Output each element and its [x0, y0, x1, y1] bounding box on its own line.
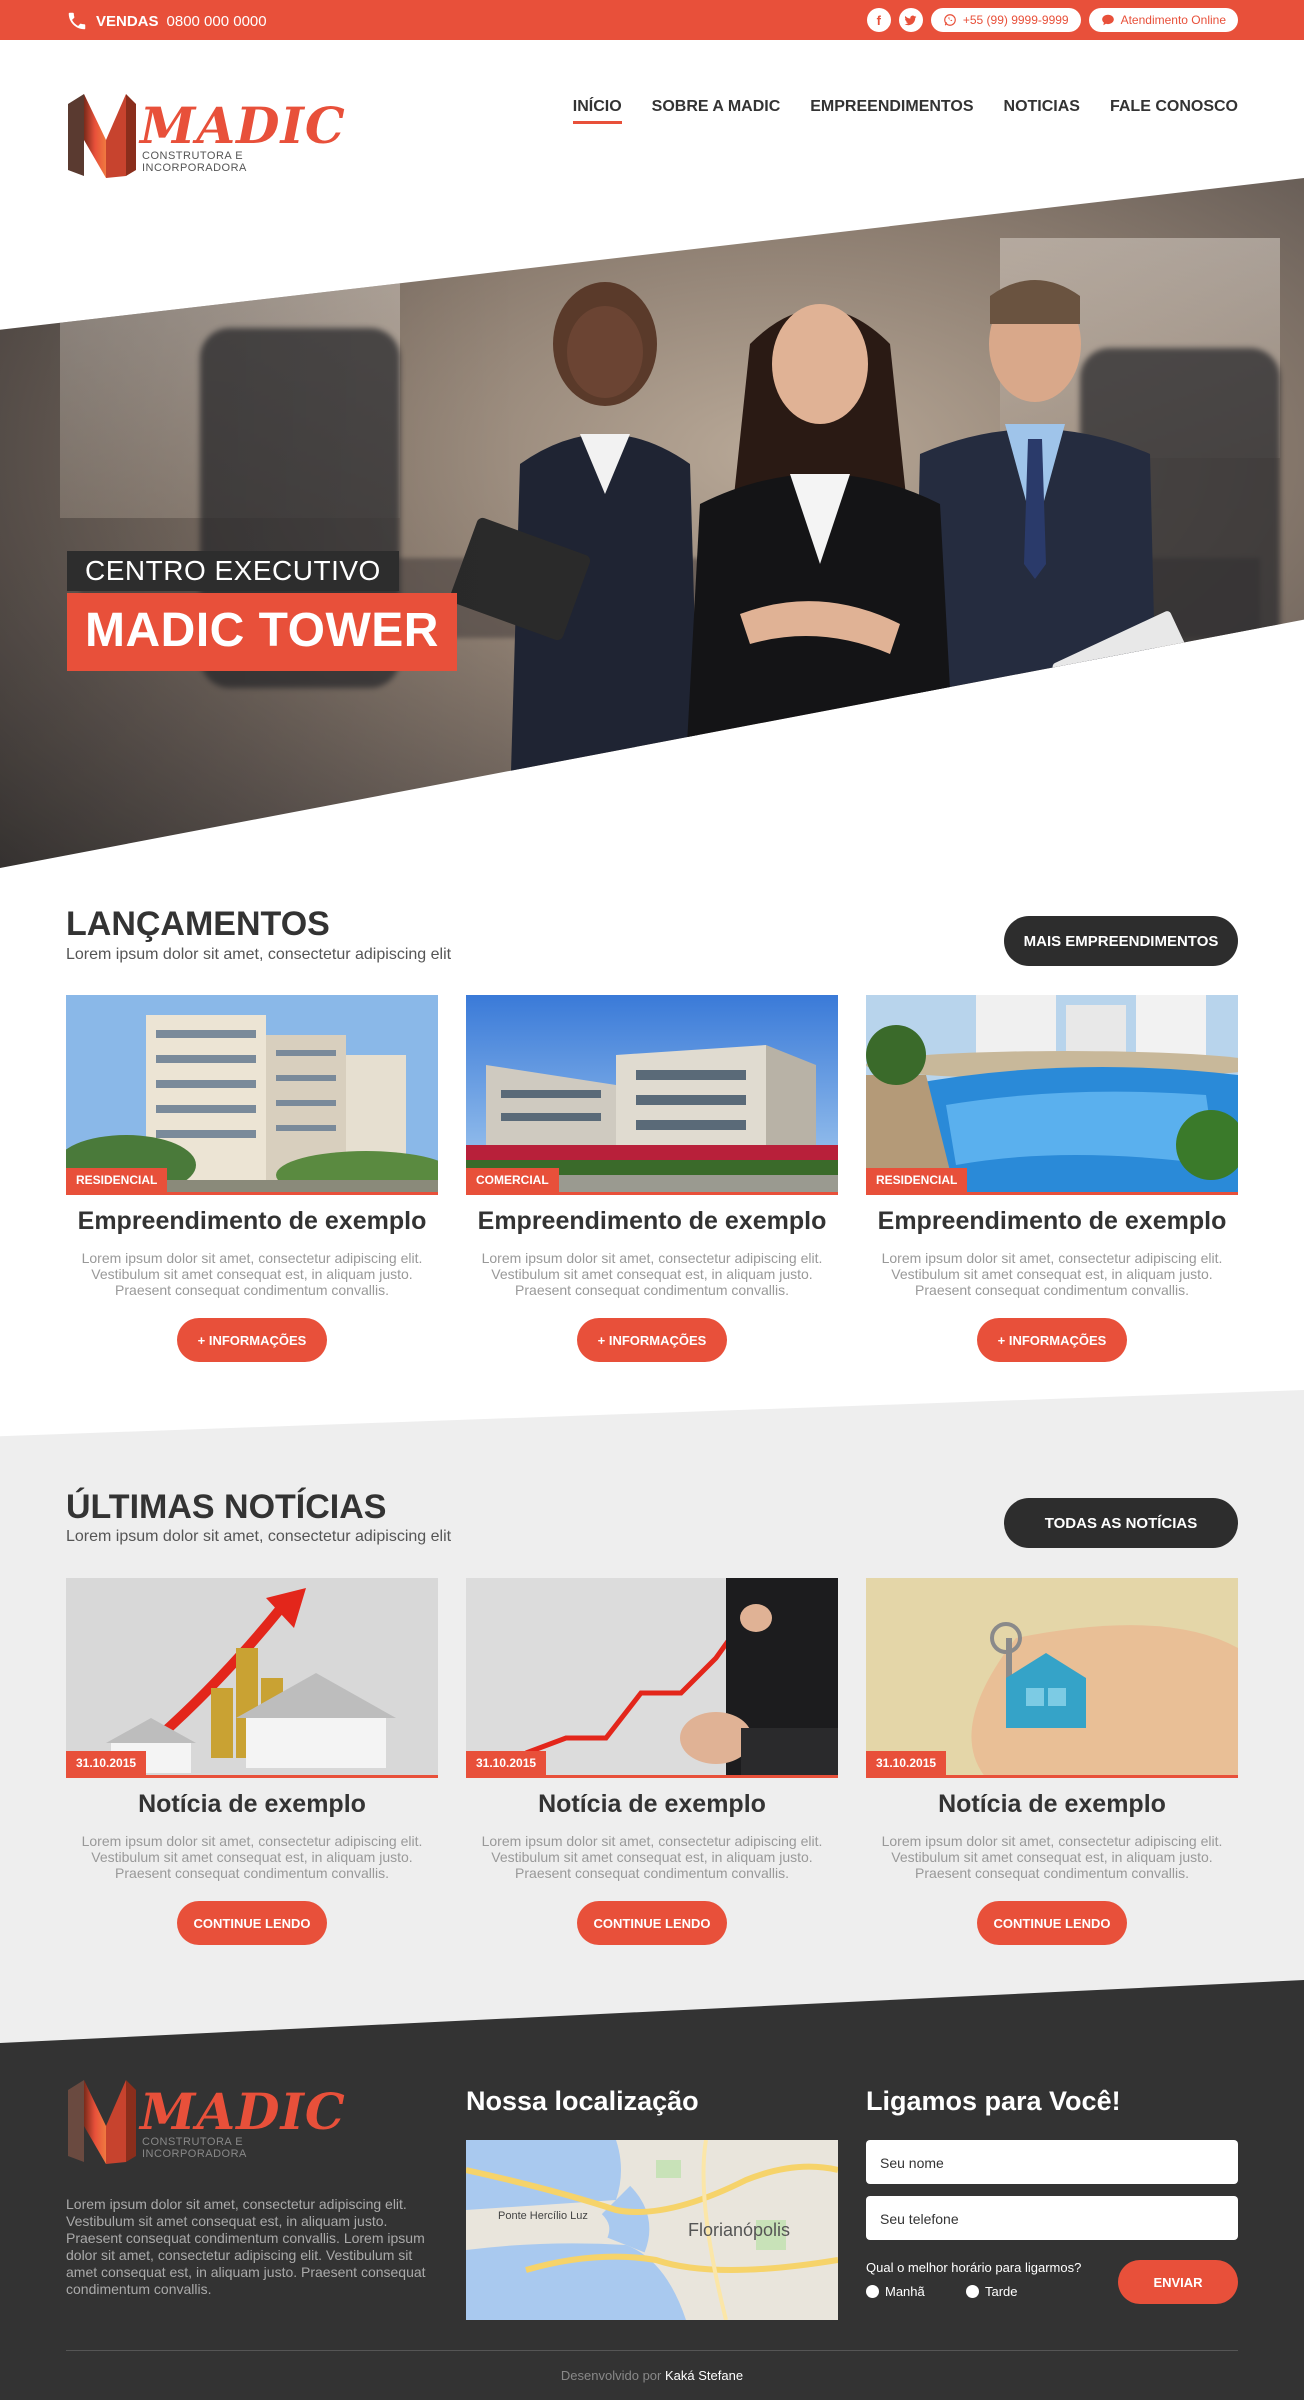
hero-title: MADIC TOWER: [67, 593, 457, 671]
launch-card: RESIDENCIAL Empreendimento de exemplo Lo…: [66, 995, 438, 1362]
launch-description: Lorem ipsum dolor sit amet, consectetur …: [81, 1250, 423, 1298]
commercial-building-image: [466, 995, 838, 1192]
nav-noticias[interactable]: NOTICIAS: [1004, 98, 1080, 124]
time-question: Qual o melhor horário para ligarmos?: [866, 2260, 1082, 2275]
nav-sobre[interactable]: SOBRE A MADIC: [652, 98, 781, 124]
hero-banner: [0, 178, 1304, 868]
news-description: Lorem ipsum dolor sit amet, consectetur …: [481, 1833, 823, 1881]
launch-image[interactable]: COMERCIAL: [466, 995, 838, 1195]
news-item-title[interactable]: Notícia de exemplo: [466, 1790, 838, 1819]
more-info-button[interactable]: + INFORMAÇÕES: [977, 1318, 1127, 1362]
launch-title[interactable]: Empreendimento de exemplo: [866, 1207, 1238, 1236]
news-list: 31.10.2015 Notícia de exemplo Lorem ipsu…: [66, 1578, 1238, 1945]
news-image[interactable]: 31.10.2015: [866, 1578, 1238, 1778]
launch-image[interactable]: RESIDENCIAL: [866, 995, 1238, 1195]
whatsapp-icon: [944, 14, 956, 26]
launch-title[interactable]: Empreendimento de exemplo: [466, 1207, 838, 1236]
launch-title[interactable]: Empreendimento de exemplo: [66, 1207, 438, 1236]
online-support-button[interactable]: Atendimento Online: [1088, 8, 1238, 32]
all-news-button[interactable]: TODAS AS NOTÍCIAS: [1004, 1498, 1238, 1548]
location-map[interactable]: Ponte Hercílio Luz Florianópolis: [466, 2140, 838, 2320]
radio-afternoon-label: Tarde: [985, 2284, 1018, 2299]
credits-prefix: Desenvolvido por: [560, 2368, 662, 2383]
hero-overlay: [0, 178, 1304, 868]
whatsapp-link[interactable]: +55 (99) 9999-9999: [930, 8, 1081, 32]
radio-button-icon: [866, 2285, 879, 2298]
radio-morning[interactable]: Manhã: [866, 2284, 925, 2299]
launches-subtitle: Lorem ipsum dolor sit amet, consectetur …: [66, 946, 452, 963]
category-badge: RESIDENCIAL: [866, 1168, 968, 1192]
date-badge: 31.10.2015: [66, 1751, 147, 1775]
continue-reading-button[interactable]: CONTINUE LENDO: [177, 1901, 327, 1945]
news-description: Lorem ipsum dolor sit amet, consectetur …: [881, 1833, 1223, 1881]
continue-reading-button[interactable]: CONTINUE LENDO: [577, 1901, 727, 1945]
map-label-bridge: Ponte Hercílio Luz: [498, 2210, 588, 2222]
launches-title: LANÇAMENTOS: [66, 905, 330, 943]
category-badge: COMERCIAL: [466, 1168, 559, 1192]
residential-building-image: [66, 995, 438, 1192]
facebook-icon[interactable]: f: [866, 8, 891, 32]
whatsapp-number: +55 (99) 9999-9999: [962, 13, 1069, 27]
nav-empreendimentos[interactable]: EMPREENDIMENTOS: [810, 98, 973, 124]
date-badge: 31.10.2015: [866, 1751, 947, 1775]
phone-field[interactable]: Seu telefone: [866, 2196, 1238, 2240]
news-item-title[interactable]: Notícia de exemplo: [66, 1790, 438, 1819]
more-info-button[interactable]: + INFORMAÇÕES: [577, 1318, 727, 1362]
top-bar: VENDAS 0800 000 0000 f +55 (99) 9999-999…: [0, 0, 1304, 40]
footer-logo[interactable]: MADIC CONSTRUTORA E INCORPORADORA: [66, 2076, 345, 2168]
launch-image[interactable]: RESIDENCIAL: [66, 995, 438, 1195]
name-field[interactable]: Seu nome: [866, 2140, 1238, 2184]
radio-button-icon: [966, 2285, 979, 2298]
logo-tagline: CONSTRUTORA E INCORPORADORA: [142, 150, 247, 174]
credits: Desenvolvido por Kaká Stefane: [0, 2368, 1304, 2383]
news-title: ÚLTIMAS NOTÍCIAS: [66, 1488, 387, 1526]
phone-icon: [68, 12, 86, 30]
category-badge: RESIDENCIAL: [66, 1168, 168, 1192]
date-badge: 31.10.2015: [466, 1751, 547, 1775]
send-button[interactable]: ENVIAR: [1118, 2260, 1238, 2304]
launches-list: RESIDENCIAL Empreendimento de exemplo Lo…: [66, 995, 1238, 1362]
news-card: 31.10.2015 Notícia de exemplo Lorem ipsu…: [866, 1578, 1238, 1945]
news-image[interactable]: 31.10.2015: [66, 1578, 438, 1778]
nav-fale-conosco[interactable]: FALE CONOSCO: [1110, 98, 1238, 124]
news-image[interactable]: 31.10.2015: [466, 1578, 838, 1778]
launch-description: Lorem ipsum dolor sit amet, consectetur …: [881, 1250, 1223, 1298]
continue-reading-button[interactable]: CONTINUE LENDO: [977, 1901, 1127, 1945]
news-subtitle: Lorem ipsum dolor sit amet, consectetur …: [66, 1528, 452, 1545]
news-card: 31.10.2015 Notícia de exemplo Lorem ipsu…: [66, 1578, 438, 1945]
footer-about-text: Lorem ipsum dolor sit amet, consectetur …: [66, 2196, 426, 2297]
more-info-button[interactable]: + INFORMAÇÕES: [177, 1318, 327, 1362]
more-developments-button[interactable]: MAIS EMPREENDIMENTOS: [1004, 916, 1238, 966]
online-support-label: Atendimento Online: [1120, 13, 1226, 27]
callback-title: Ligamos para Você!: [866, 2086, 1121, 2116]
sales-label: VENDAS: [96, 12, 159, 30]
map-label-city: Florianópolis: [688, 2220, 791, 2240]
footer-divider: [66, 2350, 1238, 2351]
main-nav: INÍCIO SOBRE A MADIC EMPREENDIMENTOS NOT…: [572, 98, 1238, 124]
launch-card: COMERCIAL Empreendimento de exemplo Lore…: [466, 995, 838, 1362]
business-chart-image: [466, 1578, 838, 1775]
launch-description: Lorem ipsum dolor sit amet, consectetur …: [481, 1250, 823, 1298]
pool-resort-image: [866, 995, 1238, 1192]
madic-logo[interactable]: MADIC CONSTRUTORA E INCORPORADORA: [66, 90, 345, 182]
twitter-icon[interactable]: [898, 8, 923, 32]
sales-number: 0800 000 0000: [166, 12, 267, 30]
radio-morning-label: Manhã: [885, 2284, 925, 2299]
house-key-image: [866, 1578, 1238, 1775]
location-title: Nossa localização: [466, 2086, 699, 2116]
launch-card: RESIDENCIAL Empreendimento de exemplo Lo…: [866, 995, 1238, 1362]
news-item-title[interactable]: Notícia de exemplo: [866, 1790, 1238, 1819]
chat-icon: [1101, 14, 1114, 26]
footer-logo-text: MADIC: [140, 2082, 346, 2141]
news-description: Lorem ipsum dolor sit amet, consectetur …: [81, 1833, 423, 1881]
footer-logo-tagline: CONSTRUTORA E INCORPORADORA: [142, 2136, 247, 2160]
sales-phone[interactable]: VENDAS 0800 000 0000: [66, 10, 267, 32]
credits-author-link[interactable]: Kaká Stefane: [665, 2368, 743, 2383]
logo-text: MADIC: [140, 96, 346, 155]
growth-houses-image: [66, 1578, 438, 1775]
nav-inicio[interactable]: INÍCIO: [572, 98, 622, 124]
hero-subtitle: CENTRO EXECUTIVO: [67, 551, 399, 591]
radio-afternoon[interactable]: Tarde: [966, 2284, 1018, 2299]
news-card: 31.10.2015 Notícia de exemplo Lorem ipsu…: [466, 1578, 838, 1945]
